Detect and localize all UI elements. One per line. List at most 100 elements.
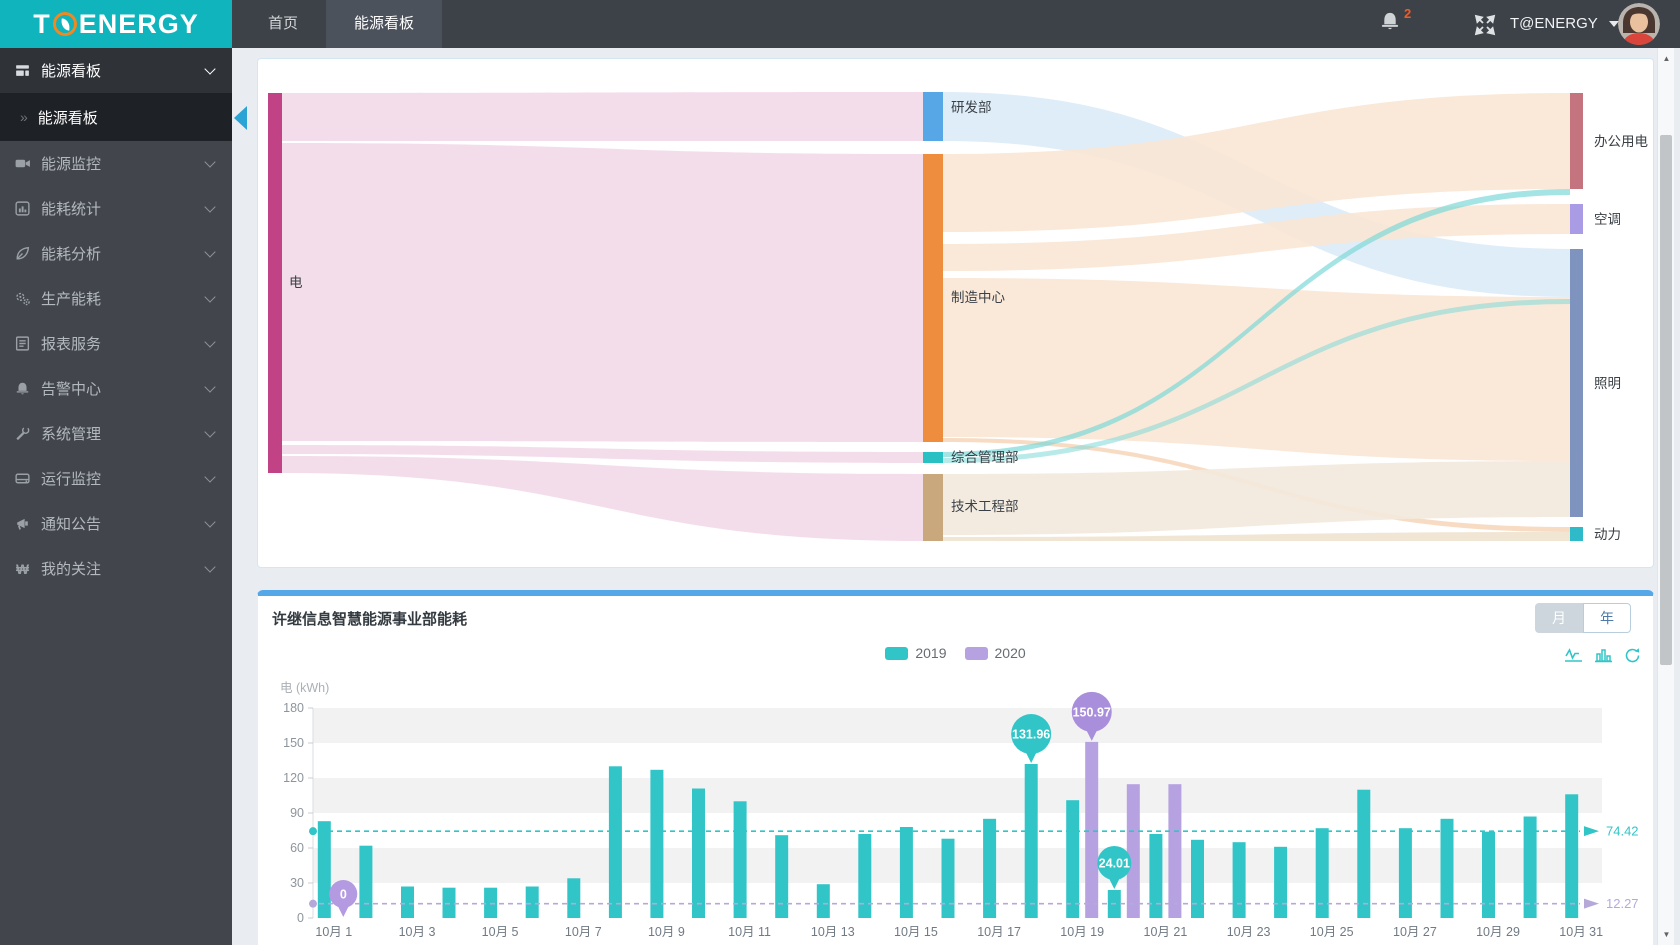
sankey-link[interactable]: [282, 456, 923, 541]
sankey-node[interactable]: [1570, 93, 1583, 189]
dashboard-icon: [16, 65, 29, 76]
active-menu-arrow-icon: [234, 106, 247, 130]
account-menu[interactable]: T@ENERGY: [1510, 0, 1619, 48]
bar-2019[interactable]: [401, 886, 414, 919]
sankey-link[interactable]: [282, 143, 923, 442]
bar-2019[interactable]: [1149, 834, 1163, 918]
bar-2019[interactable]: [484, 887, 498, 918]
bar-2019[interactable]: [650, 769, 664, 918]
bar-2020[interactable]: [1126, 784, 1140, 918]
sidebar-group-label: 能源看板: [41, 63, 102, 80]
sankey-node-label: 办公用电: [1594, 134, 1648, 149]
sankey-node-label: 研发部: [951, 100, 992, 115]
notification-button[interactable]: 2: [1378, 6, 1418, 40]
bar-2019[interactable]: [816, 884, 830, 918]
bar-2019[interactable]: [1482, 831, 1495, 918]
sankey-node-label: 空调: [1594, 212, 1621, 227]
bar-2019[interactable]: [359, 845, 373, 918]
notification-badge: 2: [1404, 6, 1412, 21]
account-label: T@ENERGY: [1510, 15, 1598, 32]
scroll-down-icon[interactable]: ▼: [1658, 926, 1675, 943]
sankey-node[interactable]: [923, 474, 943, 541]
chevron-down-icon: [204, 560, 216, 573]
sankey-link[interactable]: [282, 92, 923, 141]
avg-line-label: 12.27: [1606, 896, 1639, 911]
x-tick-label: 10月 9: [648, 925, 685, 939]
x-tick-label: 10月 29: [1476, 925, 1520, 939]
sidebar-item-8[interactable]: 通知公告: [0, 501, 232, 546]
tab-1[interactable]: 能源看板: [326, 0, 443, 48]
sidebar-item-7[interactable]: 运行监控: [0, 456, 232, 501]
tab-0[interactable]: 首页: [240, 0, 326, 48]
sidebar-item-0[interactable]: 能源监控: [0, 141, 232, 186]
sidebar-subitem-label: 能源看板: [37, 109, 98, 127]
marker-balloon: 131.96: [1011, 714, 1052, 764]
y-tick-label: 150: [283, 736, 304, 750]
bar-2019[interactable]: [858, 834, 872, 918]
sankey-node-label: 照明: [1594, 376, 1621, 391]
sankey-chart: 电 研发部 制造中心 综合管理部 技术工程部 办公用电 空调 照明 动力: [258, 59, 1653, 572]
bar-2019[interactable]: [1191, 839, 1204, 918]
sidebar-item-2[interactable]: 能耗分析: [0, 231, 232, 276]
sidebar-group-energy-dashboard[interactable]: 能源看板: [0, 48, 232, 93]
bar-2019[interactable]: [733, 801, 747, 918]
main-scrollbar[interactable]: ▲ ▼: [1657, 48, 1674, 945]
sidebar-item-6[interactable]: 系统管理: [0, 411, 232, 456]
sankey-node[interactable]: [923, 452, 943, 463]
user-avatar[interactable]: [1618, 3, 1660, 45]
x-tick-label: 10月 25: [1310, 925, 1354, 939]
y-tick-label: 120: [283, 771, 304, 785]
scrollbar-thumb[interactable]: [1660, 135, 1672, 665]
scroll-up-icon[interactable]: ▲: [1658, 50, 1675, 67]
svg-text:0: 0: [340, 888, 347, 902]
sidebar-item-5[interactable]: 告警中心: [0, 366, 232, 411]
chevron-down-icon: [204, 155, 216, 168]
sidebar-item-1[interactable]: 能耗统计: [0, 186, 232, 231]
bar-2019[interactable]: [775, 835, 789, 918]
bar-2020[interactable]: [1168, 784, 1182, 918]
sankey-node[interactable]: [1570, 249, 1583, 517]
sankey-node[interactable]: [923, 154, 943, 442]
bar-2019[interactable]: [1232, 842, 1246, 918]
x-tick-label: 10月 11: [728, 925, 771, 939]
sidebar-item-energy-dashboard-active[interactable]: » 能源看板: [0, 93, 232, 141]
bar-2019[interactable]: [1066, 800, 1080, 918]
bar-2019[interactable]: [1398, 828, 1412, 918]
x-tick-label: 10月 31: [1559, 925, 1603, 939]
sidebar-item-label: 能源监控: [41, 156, 102, 173]
x-tick-label: 10月 7: [565, 925, 602, 939]
y-tick-label: 90: [290, 806, 304, 820]
bar-2019[interactable]: [1357, 789, 1371, 918]
sankey-link[interactable]: [943, 461, 1570, 535]
bar-2019[interactable]: [1565, 794, 1579, 918]
bar-2019[interactable]: [608, 766, 622, 918]
sankey-node[interactable]: [923, 92, 943, 141]
bar-2019[interactable]: [692, 788, 705, 919]
bar-2019[interactable]: [1315, 828, 1329, 918]
sidebar-item-4[interactable]: 报表服务: [0, 321, 232, 366]
sankey-node[interactable]: [268, 93, 282, 473]
fullscreen-button[interactable]: [1474, 14, 1496, 36]
bar-2019[interactable]: [1274, 846, 1288, 918]
sidebar-item-3[interactable]: 生产能耗: [0, 276, 232, 321]
sankey-node-label: 综合管理部: [951, 450, 1019, 465]
x-tick-label: 10月 1: [315, 925, 352, 939]
sankey-node-label: 电: [289, 275, 303, 290]
sankey-node[interactable]: [1570, 204, 1583, 234]
bar-2019[interactable]: [941, 838, 955, 918]
focus-icon: ₩: [16, 561, 30, 577]
sidebar-item-9[interactable]: ₩ 我的关注: [0, 546, 232, 591]
bar-2019[interactable]: [525, 886, 539, 919]
gears-icon: [16, 292, 30, 306]
bar-2019[interactable]: [567, 878, 581, 918]
chevron-down-icon: [204, 515, 216, 528]
y-tick-label: 0: [297, 911, 304, 925]
bar-2020[interactable]: [1085, 741, 1099, 918]
x-tick-label: 10月 17: [977, 925, 1021, 939]
x-tick-label: 10月 23: [1227, 925, 1271, 939]
x-tick-label: 10月 27: [1393, 925, 1437, 939]
bar-2019[interactable]: [442, 887, 456, 918]
bar-2019[interactable]: [1024, 764, 1038, 918]
sankey-node[interactable]: [1570, 527, 1583, 541]
drive-icon: [15, 473, 30, 484]
